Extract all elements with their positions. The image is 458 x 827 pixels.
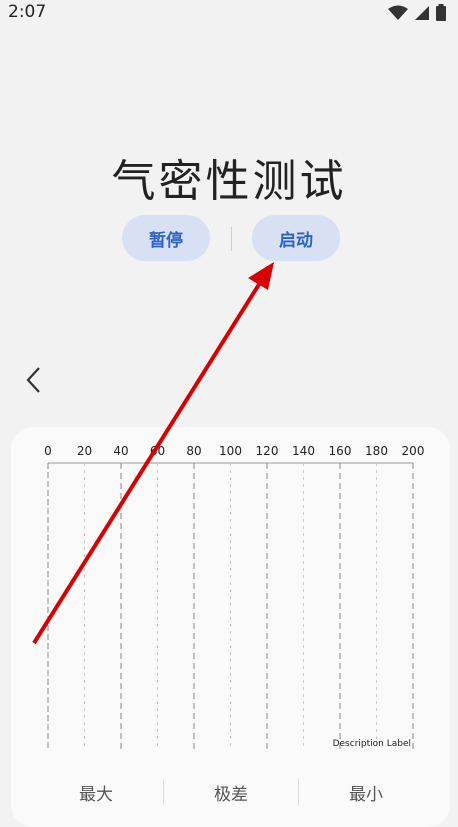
x-tick-label: 40	[113, 444, 128, 458]
battery-icon	[436, 4, 446, 21]
stat-divider	[298, 779, 299, 805]
x-tick-label: 200	[402, 444, 425, 458]
button-divider	[231, 227, 232, 251]
x-tick-label: 60	[150, 444, 165, 458]
stat-min-label: 最小	[349, 785, 383, 805]
pause-button[interactable]: 暂停	[122, 215, 210, 261]
x-tick-label: 100	[219, 444, 242, 458]
x-tick-label: 120	[256, 444, 279, 458]
stat-divider	[163, 779, 164, 805]
stat-range-label: 极差	[214, 785, 248, 805]
x-tick-label: 80	[186, 444, 201, 458]
x-tick-label: 160	[329, 444, 352, 458]
signal-icon	[415, 5, 429, 20]
page-title: 气密性测试	[111, 156, 347, 207]
wifi-icon	[388, 5, 408, 20]
status-icons	[388, 4, 446, 21]
chart-description-label: Description Label	[333, 739, 411, 749]
chart: 0 20 40 60 80 100 120 140 160 180 200 Description L…	[44, 444, 425, 749]
x-tick-label: 20	[77, 444, 92, 458]
x-tick-label: 0	[44, 444, 52, 458]
chevron-left-icon[interactable]	[22, 364, 48, 396]
chart-card: 0 20 40 60 80 100 120 140 160 180 200 Description L…	[11, 427, 450, 827]
status-time: 2:07	[8, 2, 47, 22]
start-button[interactable]: 启动	[252, 215, 340, 261]
x-tick-label: 140	[292, 444, 315, 458]
stat-max-label: 最大	[79, 785, 113, 805]
x-tick-label: 180	[365, 444, 388, 458]
status-bar: 2:07	[0, 0, 458, 26]
